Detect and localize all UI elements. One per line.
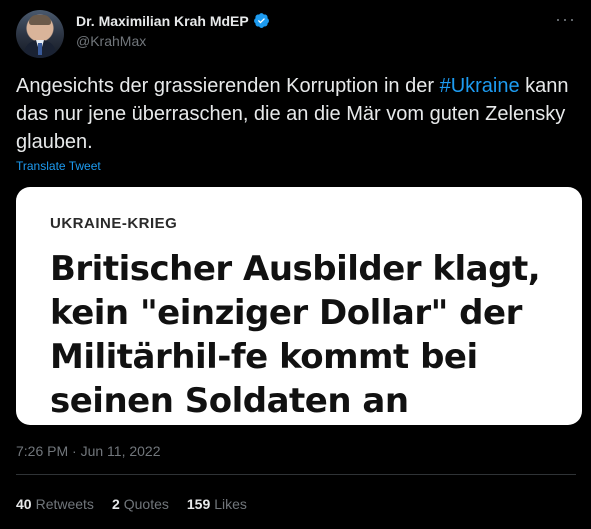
retweets-label: Retweets bbox=[35, 496, 94, 512]
likes-label: Likes bbox=[214, 496, 247, 512]
hashtag-link[interactable]: #Ukraine bbox=[440, 75, 520, 97]
engagement-stats: 40 Retweets 2 Quotes 159 Likes bbox=[16, 496, 247, 512]
quotes-stat[interactable]: 2 Quotes bbox=[112, 496, 169, 512]
avatar[interactable] bbox=[16, 10, 64, 58]
quotes-label: Quotes bbox=[123, 496, 169, 512]
name-row: Dr. Maximilian Krah MdEP bbox=[76, 12, 270, 29]
retweets-count: 40 bbox=[16, 496, 32, 512]
verified-badge-icon bbox=[253, 12, 270, 29]
likes-count: 159 bbox=[186, 496, 211, 512]
tweet-text: Angesichts der grassierenden Korruption … bbox=[16, 72, 576, 156]
retweets-stat[interactable]: 40 Retweets bbox=[16, 496, 94, 512]
article-card[interactable]: UKRAINE-KRIEG Britischer Ausbilder klagt… bbox=[16, 187, 582, 425]
avatar-hair bbox=[29, 15, 51, 25]
display-name[interactable]: Dr. Maximilian Krah MdEP bbox=[76, 13, 249, 29]
tweet-text-part: Angesichts der grassierenden Korruption … bbox=[16, 75, 440, 97]
article-kicker: UKRAINE-KRIEG bbox=[50, 215, 178, 232]
tweet-header: Dr. Maximilian Krah MdEP @KrahMax ··· bbox=[16, 10, 576, 60]
article-headline: Britischer Ausbilder klagt, kein "einzig… bbox=[50, 249, 541, 421]
translate-tweet-link[interactable]: Translate Tweet bbox=[16, 159, 101, 173]
more-options-icon[interactable]: ··· bbox=[555, 10, 576, 28]
divider bbox=[16, 474, 576, 475]
timestamp[interactable]: 7:26 PM · Jun 11, 2022 bbox=[16, 443, 161, 459]
likes-stat[interactable]: 159 Likes bbox=[187, 496, 247, 512]
handle[interactable]: @KrahMax bbox=[76, 33, 146, 49]
avatar-tie bbox=[38, 43, 42, 55]
quotes-count: 2 bbox=[111, 496, 120, 512]
